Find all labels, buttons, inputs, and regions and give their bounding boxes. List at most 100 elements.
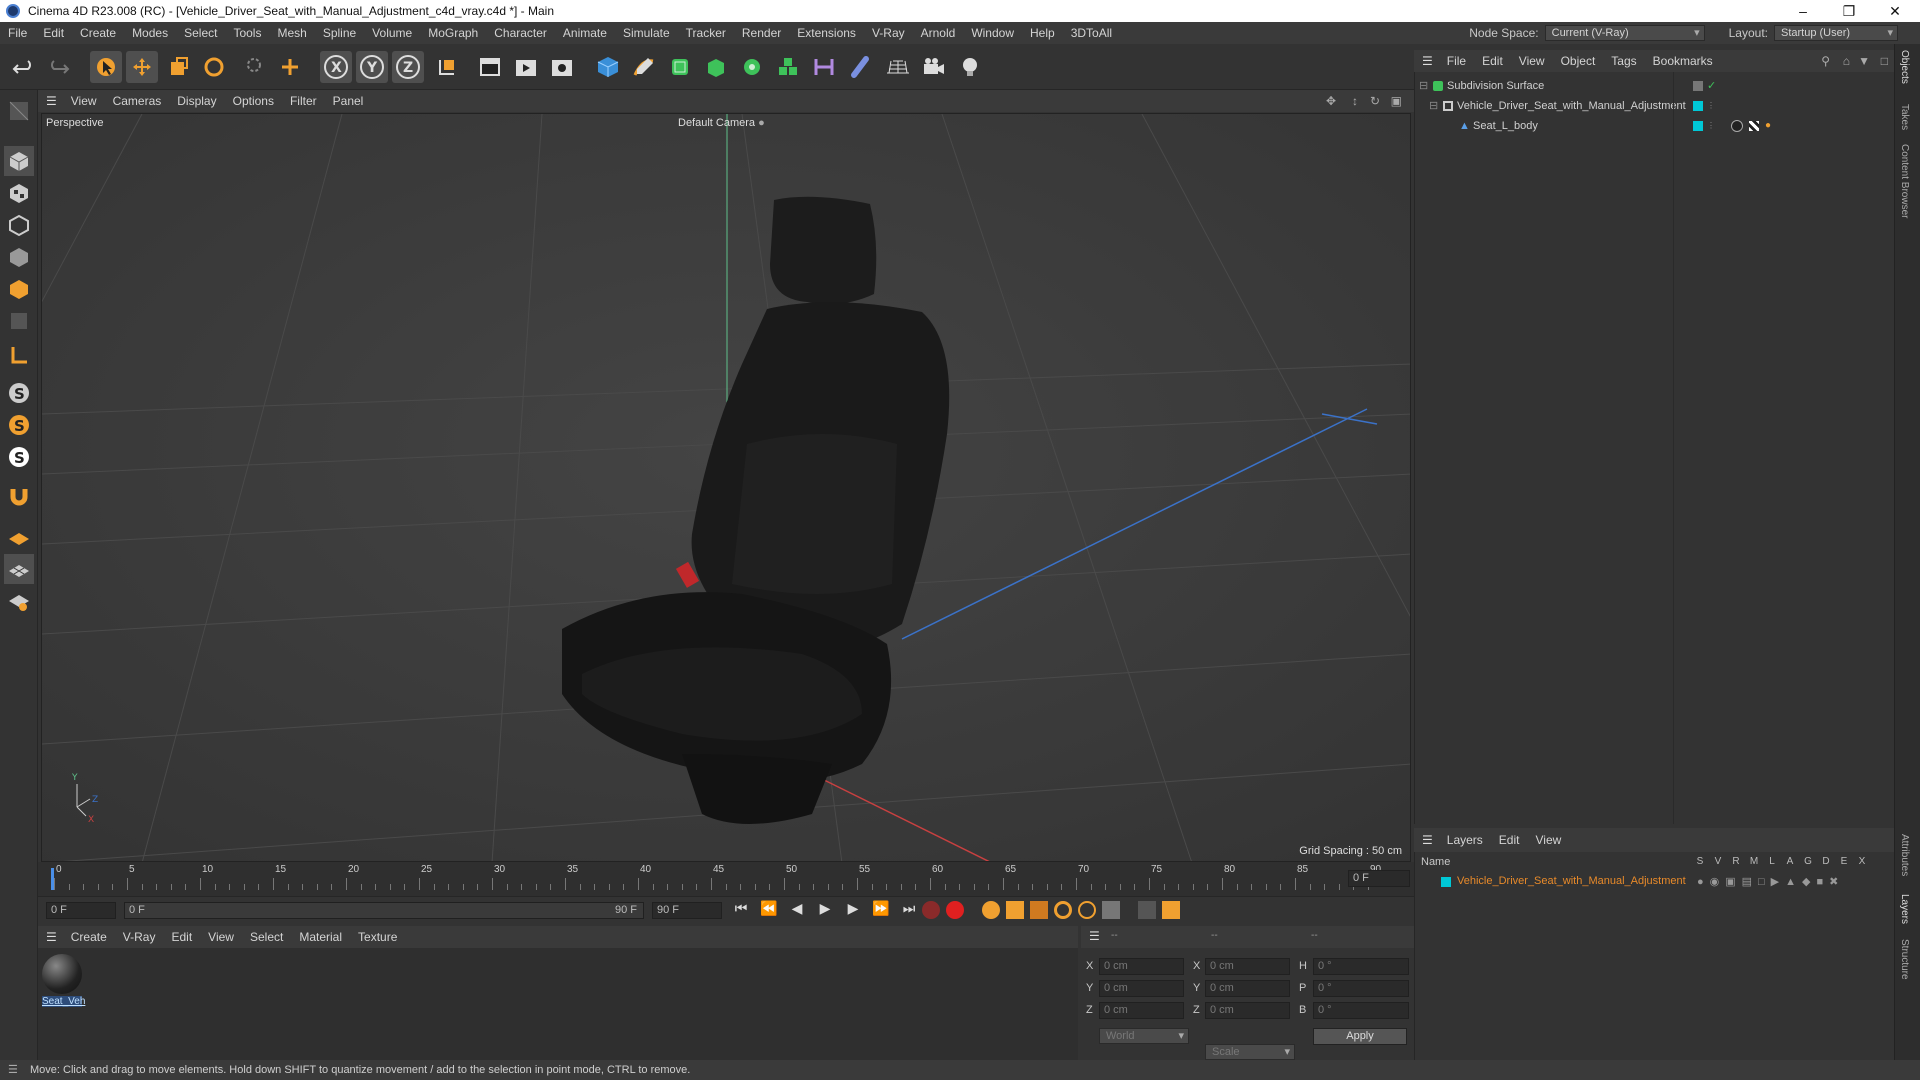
expand-icon[interactable]: ⊟ bbox=[1419, 76, 1428, 96]
play-icon[interactable]: ▶ bbox=[812, 900, 838, 917]
layer-menu-edit[interactable]: Edit bbox=[1491, 833, 1528, 847]
coords-hamburger-icon[interactable]: ☰ bbox=[1089, 929, 1100, 943]
layer-menu-view[interactable]: View bbox=[1527, 833, 1569, 847]
current-frame-field[interactable]: 0 F bbox=[1348, 870, 1410, 887]
coordinate-tool-button[interactable] bbox=[274, 51, 306, 83]
menu-spline[interactable]: Spline bbox=[315, 26, 364, 40]
object-menu-view[interactable]: View bbox=[1511, 54, 1553, 68]
3d-viewport[interactable]: Y Z X Perspective Default Camera ●︎ Grid… bbox=[41, 113, 1411, 862]
key-pla-icon[interactable] bbox=[1102, 901, 1120, 919]
key-selection-icon[interactable] bbox=[982, 901, 1000, 919]
object-menu-edit[interactable]: Edit bbox=[1474, 54, 1511, 68]
close-window-button[interactable]: ✕ bbox=[1872, 0, 1918, 22]
minimize-button[interactable]: – bbox=[1780, 0, 1826, 22]
world-coordinates-button[interactable] bbox=[430, 51, 462, 83]
menu-character[interactable]: Character bbox=[486, 26, 555, 40]
camera-label[interactable]: Default Camera ●︎ bbox=[678, 117, 765, 129]
material-tag-icon[interactable] bbox=[1731, 120, 1743, 132]
menu-edit[interactable]: Edit bbox=[35, 26, 72, 40]
frame-range-slider[interactable]: 0 F 90 F bbox=[124, 902, 644, 919]
workplane-button[interactable] bbox=[4, 522, 34, 552]
tab-takes[interactable]: Takes bbox=[1899, 104, 1910, 130]
menu-window[interactable]: Window bbox=[963, 26, 1022, 40]
menu-volume[interactable]: Volume bbox=[364, 26, 420, 40]
extrude-button[interactable] bbox=[700, 51, 732, 83]
rot-h-field[interactable]: 0 ° bbox=[1313, 958, 1409, 975]
objects-search-icon[interactable]: ⚲ bbox=[1821, 54, 1830, 68]
lock-y-button[interactable]: Y bbox=[356, 51, 388, 83]
layer-toggle-icons[interactable]: ●◉▣▤□▶▲◆■✖ bbox=[1697, 875, 1844, 888]
object-row-subdivision[interactable]: ⊟ Subdivision Surface ✓ bbox=[1415, 76, 1895, 96]
live-select-button[interactable] bbox=[236, 51, 268, 83]
axis-mode-button[interactable] bbox=[4, 340, 34, 370]
menu-help[interactable]: Help bbox=[1022, 26, 1063, 40]
camera-button[interactable] bbox=[918, 51, 950, 83]
object-menu-tags[interactable]: Tags bbox=[1603, 54, 1644, 68]
tab-content-browser[interactable]: Content Browser bbox=[1899, 144, 1910, 218]
size-y-field[interactable]: 0 cm bbox=[1205, 980, 1290, 997]
viewport-menu-panel[interactable]: Panel bbox=[325, 94, 372, 108]
layer-row[interactable]: Vehicle_Driver_Seat_with_Manual_Adjustme… bbox=[1415, 872, 1895, 892]
visibility-dots-icon[interactable]: ⋮ bbox=[1707, 116, 1715, 136]
go-to-start-icon[interactable]: ⏮ bbox=[728, 900, 754, 917]
viewport-pan-icon[interactable]: ✥ bbox=[1326, 94, 1336, 108]
polygon-mode-button[interactable] bbox=[4, 274, 34, 304]
object-row-seat-body[interactable]: ▲ Seat_L_body ⋮ ● bbox=[1415, 116, 1895, 136]
material-menu-select[interactable]: Select bbox=[242, 930, 291, 944]
object-menu-file[interactable]: File bbox=[1439, 54, 1474, 68]
layer-tag-icon[interactable] bbox=[1693, 81, 1703, 91]
rot-b-field[interactable]: 0 ° bbox=[1313, 1002, 1409, 1019]
size-x-field[interactable]: 0 cm bbox=[1205, 958, 1290, 975]
menu-arnold[interactable]: Arnold bbox=[913, 26, 964, 40]
material-menu-edit[interactable]: Edit bbox=[163, 930, 200, 944]
menu-extensions[interactable]: Extensions bbox=[789, 26, 864, 40]
uv-mode-button[interactable] bbox=[4, 306, 34, 336]
material-swatch[interactable]: Seat_Veh bbox=[42, 954, 85, 1012]
key-param-icon[interactable] bbox=[1078, 901, 1096, 919]
tab-structure[interactable]: Structure bbox=[1899, 939, 1910, 980]
layer-color-swatch[interactable] bbox=[1441, 877, 1451, 887]
material-hamburger-icon[interactable]: ☰ bbox=[38, 930, 63, 944]
status-hamburger-icon[interactable]: ☰ bbox=[8, 1060, 18, 1080]
deformer-button[interactable] bbox=[772, 51, 804, 83]
menu-select[interactable]: Select bbox=[176, 26, 225, 40]
texture-mode-button[interactable] bbox=[4, 178, 34, 208]
objects-newwindow-icon[interactable]: □ bbox=[1881, 54, 1888, 68]
lock-z-button[interactable]: Z bbox=[392, 51, 424, 83]
snap-button[interactable]: S bbox=[4, 378, 34, 408]
tab-layers[interactable]: Layers bbox=[1899, 894, 1910, 924]
cube-button[interactable] bbox=[592, 51, 624, 83]
key-rotation-icon[interactable] bbox=[1054, 901, 1072, 919]
timeline-playhead[interactable] bbox=[51, 868, 54, 890]
coord-mode-dropdown[interactable]: Scale bbox=[1205, 1044, 1295, 1060]
prev-frame-icon[interactable]: ◀ bbox=[784, 900, 810, 917]
menu-file[interactable]: File bbox=[0, 26, 35, 40]
menu-tracker[interactable]: Tracker bbox=[678, 26, 734, 40]
menu-3dtoall[interactable]: 3DToAll bbox=[1063, 26, 1120, 40]
menu-animate[interactable]: Animate bbox=[555, 26, 615, 40]
material-menu-vray[interactable]: V-Ray bbox=[115, 930, 164, 944]
menu-tools[interactable]: Tools bbox=[225, 26, 269, 40]
record-keys-icon[interactable] bbox=[922, 901, 940, 919]
rot-p-field[interactable]: 0 ° bbox=[1313, 980, 1409, 997]
pos-z-field[interactable]: 0 cm bbox=[1099, 1002, 1184, 1019]
layers-hamburger-icon[interactable]: ☰ bbox=[1414, 833, 1439, 847]
locked-workplane-button[interactable] bbox=[4, 586, 34, 616]
start-frame-field[interactable]: 0 F bbox=[46, 902, 116, 919]
autokey-icon[interactable] bbox=[946, 901, 964, 919]
select-tool-button[interactable] bbox=[90, 51, 122, 83]
objects-filter-icon[interactable]: ▼ bbox=[1858, 54, 1870, 68]
viewport-menu-filter[interactable]: Filter bbox=[282, 94, 325, 108]
object-menu-object[interactable]: Object bbox=[1553, 54, 1604, 68]
pos-x-field[interactable]: 0 cm bbox=[1099, 958, 1184, 975]
viewport-menu-display[interactable]: Display bbox=[169, 94, 224, 108]
layer-menu-layers[interactable]: Layers bbox=[1439, 833, 1491, 847]
viewport-layout-icon[interactable]: ▣ bbox=[1391, 94, 1402, 108]
next-key-icon[interactable]: ⏩ bbox=[868, 900, 894, 917]
material-menu-material[interactable]: Material bbox=[291, 930, 350, 944]
tab-attributes[interactable]: Attributes bbox=[1899, 834, 1910, 876]
objects-hamburger-icon[interactable]: ☰ bbox=[1414, 54, 1439, 68]
pos-y-field[interactable]: 0 cm bbox=[1099, 980, 1184, 997]
floor-button[interactable] bbox=[882, 51, 914, 83]
menu-mesh[interactable]: Mesh bbox=[269, 26, 314, 40]
